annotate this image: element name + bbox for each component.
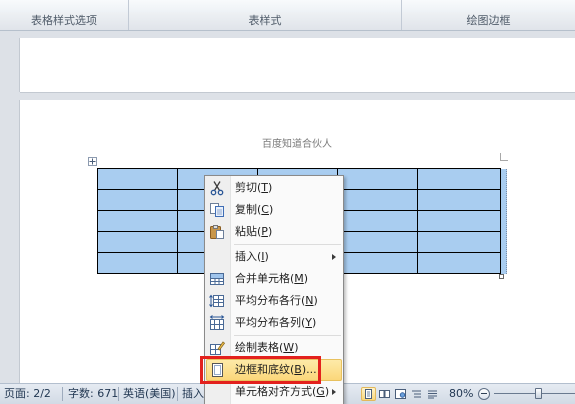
zoom-slider-thumb[interactable]	[535, 388, 542, 399]
minus-icon	[481, 393, 487, 394]
table-cell[interactable]	[98, 253, 178, 274]
distribute-rows-icon	[209, 294, 224, 308]
red-highlight-box	[200, 356, 321, 384]
page-1-bottom[interactable]	[20, 38, 575, 92]
menu-item-cell-alignment[interactable]: 单元格对齐方式(G)	[206, 381, 342, 403]
mnemonic-letter: P	[261, 225, 268, 238]
mnemonic-letter: M	[294, 272, 304, 285]
table-cell[interactable]	[418, 232, 501, 253]
menu-item-insert[interactable]: 插入(I)	[206, 246, 342, 268]
table-cell[interactable]	[338, 232, 418, 253]
table-cell[interactable]	[98, 190, 178, 211]
mnemonic-letter: T	[261, 181, 269, 194]
menu-item-cut[interactable]: 剪切(T)	[206, 177, 342, 199]
merge-cells-icon	[210, 273, 224, 285]
status-divider	[118, 387, 119, 401]
table-cell[interactable]	[418, 190, 501, 211]
page-header-text: 百度知道合伙人	[262, 139, 332, 150]
table-move-handle[interactable]	[88, 157, 97, 166]
menu-item-label: 剪切(T)	[235, 181, 273, 194]
ribbon-group-divider	[128, 0, 129, 30]
draft-icon	[428, 390, 437, 399]
menu-item-label: 合并单元格(M)	[235, 272, 309, 285]
print-layout-icon	[365, 389, 372, 399]
mnemonic-letter: W	[283, 341, 295, 354]
status-word-count[interactable]: 字数: 671	[68, 384, 118, 404]
submenu-arrow-icon	[332, 389, 336, 395]
table-cell[interactable]	[418, 169, 501, 190]
mnemonic-letter: G	[316, 385, 325, 398]
scissors-icon	[210, 181, 224, 196]
view-draft-button[interactable]	[425, 387, 440, 401]
menu-item-label: 粘贴(P)	[235, 225, 273, 238]
menu-item-copy[interactable]: 复制(C)	[206, 199, 342, 221]
mnemonic-letter: C	[261, 203, 269, 216]
table-cell[interactable]	[98, 169, 178, 190]
table-cell[interactable]	[418, 211, 501, 232]
zoom-level[interactable]: 80%	[449, 384, 473, 404]
view-full-screen-reading-button[interactable]	[377, 387, 392, 401]
menu-item-distribute-rows[interactable]: 平均分布各行(N)	[206, 290, 342, 312]
paste-icon	[210, 225, 224, 239]
ribbon: 表格样式选项 表样式 绘图边框	[0, 0, 575, 31]
table-cell[interactable]	[338, 211, 418, 232]
group-label-table-style-options: 表格样式选项	[31, 14, 97, 27]
draw-table-icon	[210, 341, 225, 355]
mnemonic-letter: N	[305, 294, 314, 307]
view-print-layout-button[interactable]	[361, 387, 376, 401]
mnemonic-letter: I	[261, 250, 265, 263]
menu-item-label: 平均分布各列(Y)	[235, 316, 317, 329]
table-cell[interactable]	[338, 253, 418, 274]
menu-item-paste[interactable]: 粘贴(P)	[206, 221, 342, 243]
view-web-layout-button[interactable]	[393, 387, 408, 401]
mnemonic-letter: Y	[305, 316, 313, 329]
menu-item-distribute-columns[interactable]: 平均分布各列(Y)	[206, 312, 342, 334]
text-boundary-mark	[500, 153, 508, 161]
menu-separator-line	[234, 335, 341, 336]
table-resize-handle[interactable]	[499, 274, 504, 279]
ribbon-controls-strip	[0, 0, 575, 12]
status-insert-mode[interactable]: 插入	[182, 384, 204, 404]
status-language[interactable]: 英语(美国)	[123, 384, 176, 404]
menu-item-merge-cells[interactable]: 合并单元格(M)	[206, 268, 342, 290]
status-page-count[interactable]: 页面: 2/2	[4, 384, 51, 404]
status-divider	[62, 387, 63, 401]
full-screen-reading-icon	[379, 390, 390, 398]
distribute-columns-icon	[209, 315, 225, 330]
ribbon-group-divider	[401, 0, 402, 30]
ribbon-group-labels: 表格样式选项 表样式 绘图边框	[0, 12, 575, 31]
web-layout-icon	[395, 389, 406, 399]
table-cell[interactable]	[98, 211, 178, 232]
table-cell[interactable]	[98, 232, 178, 253]
view-outline-button[interactable]	[409, 387, 424, 401]
move-arrows-icon	[89, 158, 96, 165]
status-divider	[177, 387, 178, 401]
table-cell[interactable]	[338, 169, 418, 190]
row-end-markers	[501, 169, 507, 274]
submenu-arrow-icon	[332, 254, 336, 260]
menu-item-label: 单元格对齐方式(G)	[235, 385, 330, 398]
outline-icon	[412, 390, 421, 398]
group-label-table-styles: 表样式	[248, 14, 282, 27]
zoom-out-button[interactable]	[478, 388, 490, 400]
menu-item-label: 插入(I)	[235, 250, 269, 263]
table-cell[interactable]	[338, 190, 418, 211]
menu-separator-line	[234, 244, 341, 245]
menu-item-label: 平均分布各行(N)	[235, 294, 318, 307]
copy-icon	[210, 203, 224, 217]
menu-item-label: 复制(C)	[235, 203, 274, 216]
group-label-draw-borders: 绘图边框	[466, 14, 511, 27]
table-cell[interactable]	[418, 253, 501, 274]
